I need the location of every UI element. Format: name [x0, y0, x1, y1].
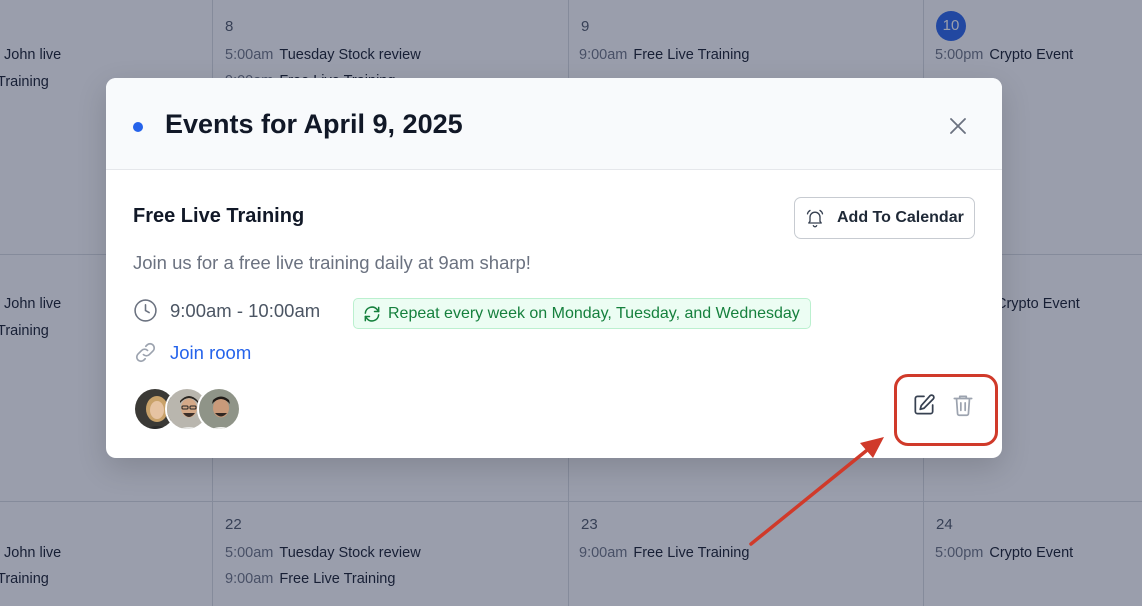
annotation-arrow — [749, 437, 884, 546]
